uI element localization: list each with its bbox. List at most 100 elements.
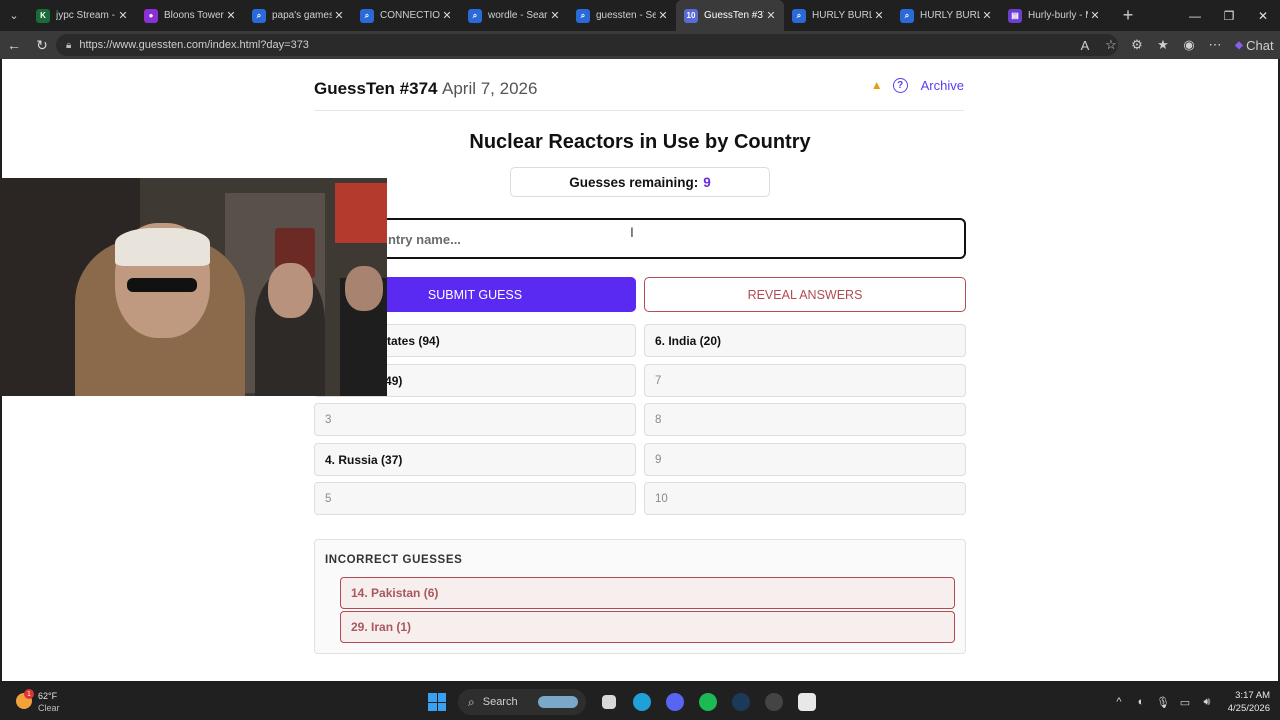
answer-slot-8: 8: [644, 403, 966, 436]
new-tab-icon[interactable]: +: [1114, 0, 1142, 31]
tab-favicon-icon: ⌕: [576, 8, 590, 23]
search-highlight-icon: [538, 696, 578, 708]
tray-app-icon[interactable]: ◐: [1130, 696, 1152, 708]
profile-icon[interactable]: ◉: [1176, 37, 1202, 53]
tab-title: jypc Stream - W: [56, 10, 116, 21]
incorrect-guess-item: 29. Iran (1): [340, 611, 955, 643]
brand-title: GuessTen #374: [314, 79, 438, 98]
tab-close-icon[interactable]: ✕: [764, 9, 778, 22]
favorites-icon[interactable]: ★: [1150, 37, 1176, 53]
clock-time: 3:17 AM: [1235, 690, 1270, 701]
guesses-remaining-count: 9: [703, 174, 711, 190]
browser-tab[interactable]: ▤ Hurly-burly - Me✕: [1000, 0, 1108, 31]
extensions-icon[interactable]: ⚙: [1124, 37, 1150, 53]
tab-favicon-icon: 10: [684, 8, 698, 23]
answer-slot-9: 9: [644, 443, 966, 476]
country-input-wrapper[interactable]: I: [314, 218, 966, 259]
close-window-icon[interactable]: ✕: [1246, 0, 1280, 31]
tab-favicon-icon: ▤: [1008, 8, 1022, 23]
browser-toolbar: A ☆ ⚙ ★ ◉ ⋯ ◆ Chat: [1072, 31, 1280, 59]
favorite-star-icon[interactable]: ☆: [1098, 37, 1124, 53]
tab-title: HURLY BURLY - S: [812, 10, 872, 21]
tab-favicon-icon: ⌕: [360, 8, 374, 23]
browser-tab[interactable]: ● Bloons Tower De✕: [136, 0, 244, 31]
incorrect-guesses-panel: INCORRECT GUESSES 14. Pakistan (6) 29. I…: [314, 539, 966, 654]
notification-bell-icon[interactable]: ▲: [869, 77, 885, 93]
help-icon[interactable]: ?: [892, 77, 908, 93]
system-tray: ^ ◐ 🎙︎ ▭ 🔊︎ 3:17 AM 4/25/2026: [1108, 684, 1280, 720]
browser-tab[interactable]: ⌕ papa's games - S✕: [244, 0, 352, 31]
weather-widget[interactable]: 1 62°F Clear: [16, 689, 76, 715]
answer-slot-4: 4. Russia (37): [314, 443, 636, 476]
browser-tab[interactable]: ⌕ HURLY BURLY - S✕: [892, 0, 1000, 31]
tab-favicon-icon: ⌕: [792, 8, 806, 23]
tab-title: guessten - Searc: [596, 10, 656, 21]
browser-tab[interactable]: ⌕ wordle - Search✕: [460, 0, 568, 31]
tab-close-icon[interactable]: ✕: [872, 9, 886, 22]
steam-icon[interactable]: [724, 684, 757, 720]
windows-taskbar: 1 62°F Clear ⌕ Search ^ ◐ 🎙︎ ▭ 🔊︎ 3:17 A…: [0, 684, 1280, 720]
navigation-bar: ← ↻ 🔒︎ https://www.guessten.com/index.ht…: [0, 31, 1280, 59]
browser-tab[interactable]: ⌕ CONNECTIONS✕: [352, 0, 460, 31]
refresh-icon[interactable]: ↻: [28, 31, 56, 59]
copilot-chat-button[interactable]: ◆ Chat: [1228, 38, 1280, 53]
minimize-icon[interactable]: —: [1178, 0, 1212, 31]
browser-tab[interactable]: ⌕ guessten - Searc✕: [568, 0, 676, 31]
more-menu-icon[interactable]: ⋯: [1202, 37, 1228, 53]
tray-overflow-icon[interactable]: ^: [1108, 696, 1130, 708]
tab-strip: ⌄ Kjypc Stream - W✕●Bloons Tower De✕⌕pap…: [0, 0, 1280, 31]
tab-title: papa's games - S: [272, 10, 332, 21]
tab-close-icon[interactable]: ✕: [980, 9, 994, 22]
volume-icon[interactable]: 🔊︎: [1196, 696, 1218, 709]
microphone-icon[interactable]: 🎙︎: [1152, 696, 1174, 709]
tab-actions-menu-icon[interactable]: ⌄: [0, 0, 28, 31]
tab-title: Bloons Tower De: [164, 10, 224, 21]
tab-close-icon[interactable]: ✕: [548, 9, 562, 22]
discord-icon[interactable]: [658, 684, 691, 720]
restore-icon[interactable]: ❐: [1212, 0, 1246, 31]
browser-tab[interactable]: 10 GuessTen #374✕: [676, 0, 784, 31]
tab-title: wordle - Search: [488, 10, 548, 21]
spotify-icon[interactable]: [691, 684, 724, 720]
puzzle-date: April 7, 2026: [442, 79, 538, 98]
clock-date: 4/25/2026: [1227, 703, 1270, 714]
weather-condition: Clear: [38, 703, 60, 713]
address-bar[interactable]: 🔒︎ https://www.guessten.com/index.html?d…: [56, 34, 1118, 56]
tab-title: Hurly-burly - Me: [1028, 10, 1088, 21]
browser-tab[interactable]: Kjypc Stream - W✕: [28, 0, 136, 31]
incorrect-guesses-title: INCORRECT GUESSES: [325, 554, 463, 566]
tab-favicon-icon: K: [36, 8, 50, 23]
tab-close-icon[interactable]: ✕: [440, 9, 454, 22]
obs-icon[interactable]: [757, 684, 790, 720]
guesses-remaining-label: Guesses remaining:: [569, 174, 699, 190]
start-icon[interactable]: [428, 693, 446, 711]
tab-title: CONNECTIONS: [380, 10, 440, 21]
tab-close-icon[interactable]: ✕: [332, 9, 346, 22]
taskbar-apps: ⌕ Search: [428, 684, 823, 720]
tab-close-icon[interactable]: ✕: [224, 9, 238, 22]
tab-close-icon[interactable]: ✕: [1088, 9, 1102, 22]
clock[interactable]: 3:17 AM 4/25/2026: [1218, 689, 1280, 715]
weather-temp: 62°F: [38, 691, 58, 701]
answer-slot-10: 10: [644, 482, 966, 515]
archive-link[interactable]: Archive: [921, 78, 964, 93]
task-view-icon[interactable]: [592, 684, 625, 720]
weather-badge: 1: [24, 689, 34, 699]
edge-icon[interactable]: [625, 684, 658, 720]
tab-close-icon[interactable]: ✕: [656, 9, 670, 22]
read-aloud-icon[interactable]: A: [1072, 38, 1098, 53]
url-text: https://www.guessten.com/index.html?day=…: [79, 39, 309, 51]
webcam-overlay: [0, 178, 387, 396]
back-icon[interactable]: ←: [0, 31, 28, 59]
tab-close-icon[interactable]: ✕: [116, 9, 130, 22]
answer-slot-3: 3: [314, 403, 636, 436]
taskbar-search[interactable]: ⌕ Search: [458, 689, 586, 715]
epic-games-icon[interactable]: [790, 684, 823, 720]
reveal-answers-button[interactable]: REVEAL ANSWERS: [644, 277, 966, 312]
incorrect-guess-item: 14. Pakistan (6): [340, 577, 955, 609]
site-header: GuessTen #374 April 7, 2026 ▲ ? Archive: [314, 77, 964, 111]
browser-tab[interactable]: ⌕ HURLY BURLY - S✕: [784, 0, 892, 31]
country-input[interactable]: [328, 230, 928, 248]
network-icon[interactable]: ▭: [1174, 696, 1196, 709]
window-controls: — ❐ ✕: [1178, 0, 1280, 31]
